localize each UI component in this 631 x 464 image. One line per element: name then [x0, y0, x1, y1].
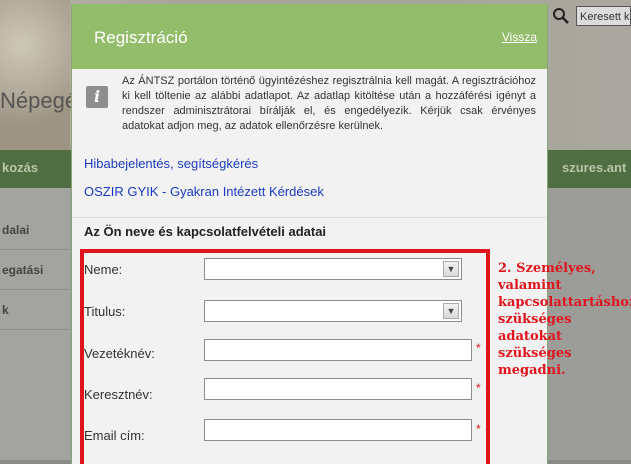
divider	[72, 217, 547, 218]
bg-search-input[interactable]: Keresett kif	[576, 6, 631, 26]
bg-sidebar-item[interactable]: egatási	[0, 250, 70, 290]
required-marker: *	[476, 381, 481, 395]
bg-site-title: Népegé	[0, 88, 78, 113]
bg-sidebar: dalai egatási k	[0, 188, 70, 460]
bg-nav-item[interactable]: szures.ant	[562, 160, 626, 175]
email-input[interactable]	[204, 419, 472, 441]
required-marker: *	[476, 341, 481, 355]
bg-header-photo	[0, 0, 70, 150]
bug-report-link[interactable]: Hibabejelentés, segítségkérés	[84, 156, 258, 171]
gender-select[interactable]: ▼	[204, 258, 462, 280]
bg-sidebar-item[interactable]: k	[0, 290, 70, 330]
annotation-text: 2. Személyes, valamint kapcsolattartásho…	[498, 261, 631, 378]
modal-title: Regisztráció	[94, 28, 188, 47]
bg-nav-item[interactable]: kozás	[2, 160, 38, 175]
faq-link[interactable]: OSZIR GYIK - Gyakran Intézett Kérdések	[84, 184, 324, 199]
title-select[interactable]: ▼	[204, 300, 462, 322]
registration-modal: Regisztráció Vissza i Az ÁNTSZ portálon …	[71, 4, 548, 464]
bg-sidebar-item[interactable]: dalai	[0, 210, 70, 250]
first-name-input[interactable]	[204, 378, 472, 400]
title-label: Titulus:	[84, 304, 126, 319]
section-title: Az Ön neve és kapcsolatfelvételi adatai	[84, 224, 327, 239]
info-icon: i	[86, 86, 108, 108]
back-link[interactable]: Vissza	[502, 30, 537, 44]
required-marker: *	[476, 422, 481, 436]
search-icon[interactable]	[552, 7, 570, 25]
chevron-down-icon[interactable]: ▼	[443, 261, 459, 277]
modal-header: Regisztráció Vissza	[72, 4, 547, 69]
chevron-down-icon[interactable]: ▼	[443, 303, 459, 319]
last-name-input[interactable]	[204, 339, 472, 361]
info-text: Az ÁNTSZ portálon történő ügyintézéshez …	[122, 75, 536, 132]
email-label: Email cím:	[84, 428, 145, 443]
gender-label: Neme:	[84, 262, 123, 277]
last-name-label: Vezetéknév:	[84, 346, 155, 361]
first-name-label: Keresztnév:	[84, 387, 153, 402]
